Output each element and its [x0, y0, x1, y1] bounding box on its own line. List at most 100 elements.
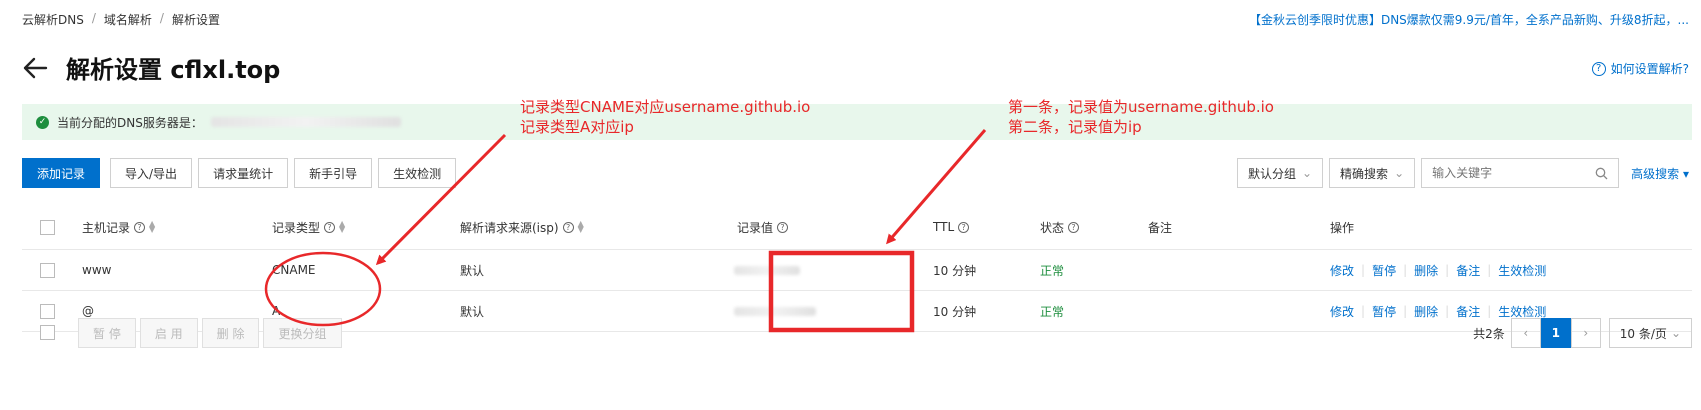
bulk-delete-button[interactable]: 删 除	[201, 318, 260, 348]
help-icon[interactable]: ?	[777, 221, 789, 233]
help-icon[interactable]: ?	[958, 221, 970, 233]
help-link[interactable]: ? 如何设置解析?	[1591, 60, 1689, 77]
import-export-button[interactable]: 导入/导出	[110, 158, 193, 188]
row-actions: 修改 | 暂停 | 删除 | 备注 | 生效检测	[1330, 262, 1547, 279]
row-actions: 修改 | 暂停 | 删除 | 备注 | 生效检测	[1330, 303, 1547, 320]
type-cell: A	[272, 304, 281, 318]
check-button[interactable]: 生效检测	[378, 158, 457, 188]
row-checkbox[interactable]	[40, 262, 55, 278]
header-isp[interactable]: 解析请求来源(isp) ? ▲ ▼	[460, 219, 584, 236]
pause-link[interactable]: 暂停	[1372, 303, 1396, 320]
search-mode-select[interactable]: 精确搜索 ⌄	[1329, 158, 1416, 188]
annotation-left-line2: 记录类型A对应ip	[520, 118, 634, 136]
sort-icon[interactable]: ▲ ▼	[149, 220, 155, 234]
chevron-down-icon: ⌄	[1670, 326, 1681, 340]
advanced-search-label: 高级搜索	[1631, 166, 1680, 181]
remark-link[interactable]: 备注	[1456, 303, 1480, 320]
help-icon[interactable]: ?	[1068, 221, 1080, 233]
isp-cell: 默认	[460, 263, 485, 278]
breadcrumb-item-dns[interactable]: 云解析DNS	[22, 11, 84, 28]
help-icon[interactable]: ?	[562, 221, 574, 233]
record-toolbar: 添加记录 导入/导出 请求量统计 新手引导 生效检测	[22, 158, 457, 188]
pagination: 共2条 ‹ 1 › 10 条/页 ⌄	[1473, 318, 1692, 348]
request-stats-button[interactable]: 请求量统计	[198, 158, 289, 188]
header-status-label: 状态	[1040, 220, 1065, 235]
annotation-left: 记录类型CNAME对应username.github.io 记录类型A对应ip	[520, 97, 810, 137]
prev-page-button[interactable]: ‹	[1510, 318, 1541, 348]
ttl-cell: 10 分钟	[933, 263, 977, 278]
select-all-checkbox[interactable]	[40, 219, 55, 235]
add-record-button[interactable]: 添加记录	[22, 158, 101, 188]
annotation-right-line2: 第二条，记录值为ip	[1008, 118, 1142, 136]
redacted-value	[734, 265, 800, 275]
help-icon[interactable]: ?	[324, 221, 336, 233]
title-row: 解析设置 cflxl.top	[22, 50, 280, 85]
advanced-search-link[interactable]: 高级搜索 ▾	[1631, 165, 1689, 182]
chevron-down-icon: ⌄	[1394, 166, 1405, 180]
search-input[interactable]	[1432, 166, 1583, 180]
next-page-button[interactable]: ›	[1570, 318, 1601, 348]
breadcrumb: 云解析DNS / 域名解析 / 解析设置	[22, 11, 220, 28]
header-value-label: 记录值	[737, 220, 774, 235]
breadcrumb-item-current: 解析设置	[171, 13, 220, 27]
table-footer: 暂 停 启 用 删 除 更换分组 共2条 ‹ 1 › 10 条/页 ⌄	[22, 318, 1692, 350]
bulk-select-checkbox[interactable]	[40, 325, 55, 340]
host-cell: www	[82, 263, 112, 277]
value-cell	[734, 265, 800, 275]
edit-link[interactable]: 修改	[1330, 303, 1354, 320]
redacted-dns-servers	[210, 117, 401, 127]
dns-server-banner: ✓ 当前分配的DNS服务器是：	[22, 104, 1692, 140]
bulk-pause-button[interactable]: 暂 停	[78, 318, 136, 348]
annotation-right: 第一条，记录值为username.github.io 第二条，记录值为ip	[1008, 97, 1274, 137]
delete-link[interactable]: 删除	[1414, 303, 1438, 320]
page-size-select[interactable]: 10 条/页 ⌄	[1608, 318, 1692, 348]
sort-icon[interactable]: ▲ ▼	[339, 220, 345, 234]
page-title: 解析设置 cflxl.top	[66, 56, 281, 84]
check-circle-icon: ✓	[36, 115, 49, 129]
type-cell: CNAME	[272, 263, 316, 277]
help-icon: ?	[1591, 61, 1606, 76]
isp-cell: 默认	[460, 304, 485, 319]
breadcrumb-separator: /	[91, 11, 96, 25]
header-status: 状态 ?	[1040, 219, 1080, 236]
guide-button[interactable]: 新手引导	[294, 158, 373, 188]
redacted-value	[734, 306, 816, 316]
remark-link[interactable]: 备注	[1456, 262, 1480, 279]
bulk-regroup-button[interactable]: 更换分组	[263, 318, 342, 348]
records-table: 主机记录 ? ▲ ▼ 记录类型 ? ▲ ▼ 解析请求来源(isp) ? ▲ ▼ 记录值…	[22, 205, 1692, 332]
header-type[interactable]: 记录类型 ? ▲ ▼	[272, 219, 345, 236]
delete-link[interactable]: 删除	[1414, 262, 1438, 279]
filter-tools: 默认分组 ⌄ 精确搜索 ⌄ 高级搜索 ▾	[1236, 158, 1689, 188]
check-link[interactable]: 生效检测	[1498, 303, 1546, 320]
header-ttl: TTL ?	[933, 220, 970, 234]
header-remark: 备注	[1148, 220, 1173, 235]
page-size-value: 10 条/页	[1619, 326, 1667, 341]
status-cell: 正常	[1040, 263, 1065, 278]
back-arrow-icon[interactable]	[22, 55, 48, 81]
breadcrumb-item-domain[interactable]: 域名解析	[104, 11, 152, 28]
header-host[interactable]: 主机记录 ? ▲ ▼	[82, 219, 155, 236]
help-icon[interactable]: ?	[134, 221, 146, 233]
check-link[interactable]: 生效检测	[1498, 262, 1546, 279]
search-icon[interactable]	[1595, 167, 1608, 180]
group-select[interactable]: 默认分组 ⌄	[1236, 158, 1324, 188]
header-host-label: 主机记录	[82, 220, 131, 235]
page-button[interactable]: 1	[1540, 318, 1571, 348]
value-cell	[734, 306, 816, 316]
sort-icon[interactable]: ▲ ▼	[578, 220, 584, 234]
bulk-actions: 暂 停 启 用 删 除 更换分组	[78, 318, 342, 348]
host-cell: @	[82, 304, 94, 318]
header-ops: 操作	[1330, 220, 1355, 235]
header-value: 记录值 ?	[737, 219, 789, 236]
promo-link[interactable]: 【金秋云创季限时优惠】DNS爆款仅需9.9元/首年，全系产品新购、升级8折起，.…	[1249, 11, 1689, 28]
row-checkbox[interactable]	[40, 303, 55, 319]
header-ttl-label: TTL	[933, 220, 955, 234]
help-link-label: 如何设置解析?	[1610, 62, 1689, 76]
bulk-enable-button[interactable]: 启 用	[139, 318, 198, 348]
chevron-down-icon: ⌄	[1301, 166, 1313, 180]
ttl-cell: 10 分钟	[933, 304, 977, 319]
header-type-label: 记录类型	[272, 220, 321, 235]
search-mode-value: 精确搜索	[1340, 166, 1389, 181]
pause-link[interactable]: 暂停	[1372, 262, 1396, 279]
edit-link[interactable]: 修改	[1330, 262, 1354, 279]
